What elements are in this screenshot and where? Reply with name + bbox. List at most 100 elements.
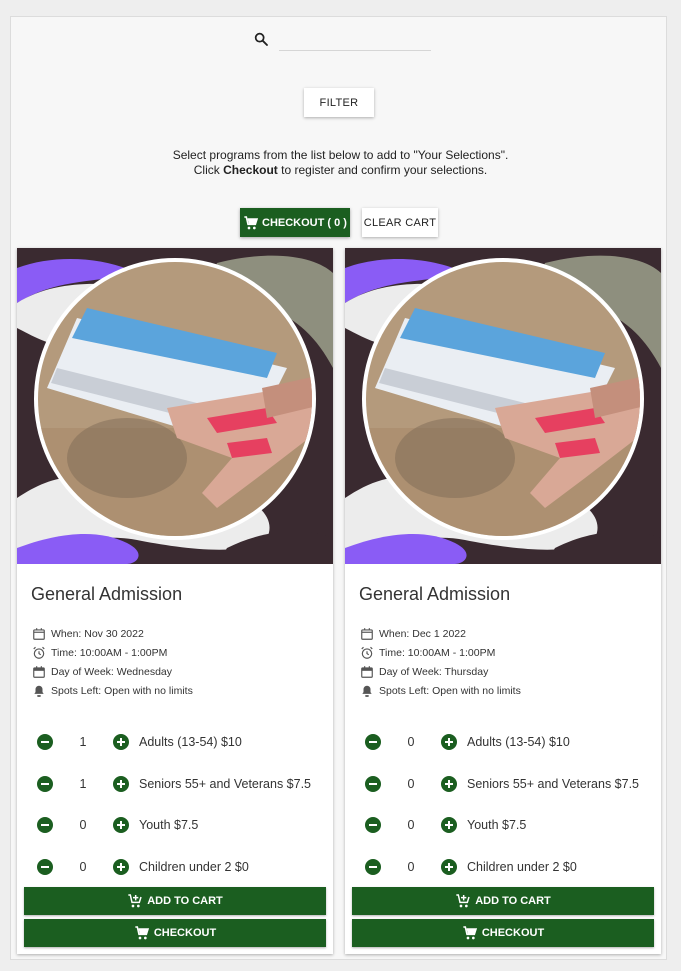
plus-icon	[117, 863, 125, 871]
ticket-row: 0 Children under 2 $0	[37, 858, 249, 876]
bell-icon	[34, 685, 44, 697]
ticket-label: Adults (13-54) $10	[139, 735, 242, 749]
time-text: Time: 10:00AM - 1:00PM	[379, 647, 496, 659]
spots-text: Spots Left: Open with no limits	[51, 685, 193, 697]
checkout-label: CHECKOUT	[153, 927, 217, 939]
calendar-icon	[361, 628, 373, 640]
program-card: General Admission When: Dec 1 2022 Time:…	[345, 248, 661, 954]
ticket-quantity: 0	[79, 818, 87, 832]
ticket-quantity: 0	[407, 818, 415, 832]
increment-button[interactable]	[441, 859, 457, 875]
plus-icon	[117, 780, 125, 788]
decrement-button[interactable]	[37, 734, 53, 750]
minus-icon	[369, 783, 377, 785]
plus-icon	[445, 821, 453, 829]
calendar-icon	[33, 628, 45, 640]
ticket-quantity: 0	[407, 860, 415, 874]
decrement-button[interactable]	[365, 776, 381, 792]
ticket-quantity: 1	[79, 777, 87, 791]
minus-icon	[369, 866, 377, 868]
checkout-cart-label: CHECKOUT ( 0 )	[262, 216, 347, 229]
increment-button[interactable]	[441, 817, 457, 833]
add-to-cart-button[interactable]: ADD TO CART	[24, 887, 326, 915]
alarm-clock-icon	[361, 646, 373, 659]
when-text: When: Dec 1 2022	[379, 628, 466, 640]
decrement-button[interactable]	[365, 734, 381, 750]
ticket-quantity: 1	[79, 735, 87, 749]
increment-button[interactable]	[113, 734, 129, 750]
ticket-row: 0 Youth $7.5	[37, 816, 198, 834]
plus-icon	[445, 863, 453, 871]
cart-icon	[244, 215, 259, 229]
day-row: Day of Week: Thursday	[360, 664, 488, 680]
spots-text: Spots Left: Open with no limits	[379, 685, 521, 697]
search-input[interactable]	[279, 30, 431, 51]
instructions-text: Select programs from the list below to a…	[0, 148, 681, 178]
plus-icon	[445, 780, 453, 788]
ticket-row: 0 Seniors 55+ and Veterans $7.5	[365, 775, 639, 793]
day-text: Day of Week: Thursday	[379, 666, 489, 678]
add-cart-icon	[128, 894, 142, 908]
search-icon	[254, 32, 268, 46]
checkout-button[interactable]: CHECKOUT	[352, 919, 654, 947]
instructions-line-2: Click Checkout to register and confirm y…	[0, 163, 681, 178]
day-row: Day of Week: Wednesday	[32, 664, 172, 680]
clear-cart-button[interactable]: CLEAR CART	[362, 208, 438, 237]
alarm-clock-icon	[33, 646, 45, 659]
instructions-line-1: Select programs from the list below to a…	[172, 148, 509, 162]
minus-icon	[369, 741, 377, 743]
decrement-button[interactable]	[37, 776, 53, 792]
cart-icon	[135, 926, 149, 940]
minus-icon	[41, 824, 49, 826]
increment-button[interactable]	[113, 776, 129, 792]
decrement-button[interactable]	[365, 859, 381, 875]
ticket-label: Children under 2 $0	[467, 860, 577, 874]
ticket-row: 1 Adults (13-54) $10	[37, 733, 242, 751]
spots-row: Spots Left: Open with no limits	[32, 683, 193, 699]
program-image	[17, 248, 333, 564]
ticket-row: 1 Seniors 55+ and Veterans $7.5	[37, 775, 311, 793]
plus-icon	[445, 738, 453, 746]
ticket-label: Children under 2 $0	[139, 860, 249, 874]
time-text: Time: 10:00AM - 1:00PM	[51, 647, 168, 659]
ticket-quantity: 0	[79, 860, 87, 874]
increment-button[interactable]	[113, 817, 129, 833]
checkout-button[interactable]: CHECKOUT	[24, 919, 326, 947]
plus-icon	[117, 738, 125, 746]
instructions-post: to register and confirm your selections.	[277, 163, 488, 177]
minus-icon	[41, 783, 49, 785]
program-title: General Admission	[359, 584, 511, 604]
plus-icon	[117, 821, 125, 829]
increment-button[interactable]	[441, 776, 457, 792]
ticket-quantity: 0	[407, 777, 415, 791]
minus-icon	[41, 741, 49, 743]
calendar-day-icon	[33, 666, 45, 678]
time-row: Time: 10:00AM - 1:00PM	[360, 645, 495, 661]
add-to-cart-label: ADD TO CART	[475, 895, 551, 907]
instructions-pre: Click	[193, 163, 224, 177]
cart-icon	[463, 926, 477, 940]
ticket-label: Seniors 55+ and Veterans $7.5	[467, 777, 640, 791]
increment-button[interactable]	[113, 859, 129, 875]
add-to-cart-button[interactable]: ADD TO CART	[352, 887, 654, 915]
decrement-button[interactable]	[37, 817, 53, 833]
program-card: General Admission When: Nov 30 2022 Time…	[17, 248, 333, 954]
ticket-label: Seniors 55+ and Veterans $7.5	[139, 777, 312, 791]
increment-button[interactable]	[441, 734, 457, 750]
when-row: When: Nov 30 2022	[32, 626, 144, 642]
program-image	[345, 248, 661, 564]
instructions-bold: Checkout	[223, 163, 278, 177]
ticket-row: 0 Adults (13-54) $10	[365, 733, 570, 751]
decrement-button[interactable]	[37, 859, 53, 875]
add-cart-icon	[456, 894, 470, 908]
ticket-label: Youth $7.5	[467, 818, 527, 832]
filter-button[interactable]: FILTER	[304, 88, 374, 117]
ticket-label: Youth $7.5	[139, 818, 199, 832]
when-text: When: Nov 30 2022	[51, 628, 144, 640]
ticket-row: 0 Children under 2 $0	[365, 858, 577, 876]
checkout-cart-button[interactable]: CHECKOUT ( 0 )	[240, 208, 350, 237]
decrement-button[interactable]	[365, 817, 381, 833]
ticket-row: 0 Youth $7.5	[365, 816, 526, 834]
minus-icon	[369, 824, 377, 826]
checkout-label: CHECKOUT	[481, 927, 545, 939]
